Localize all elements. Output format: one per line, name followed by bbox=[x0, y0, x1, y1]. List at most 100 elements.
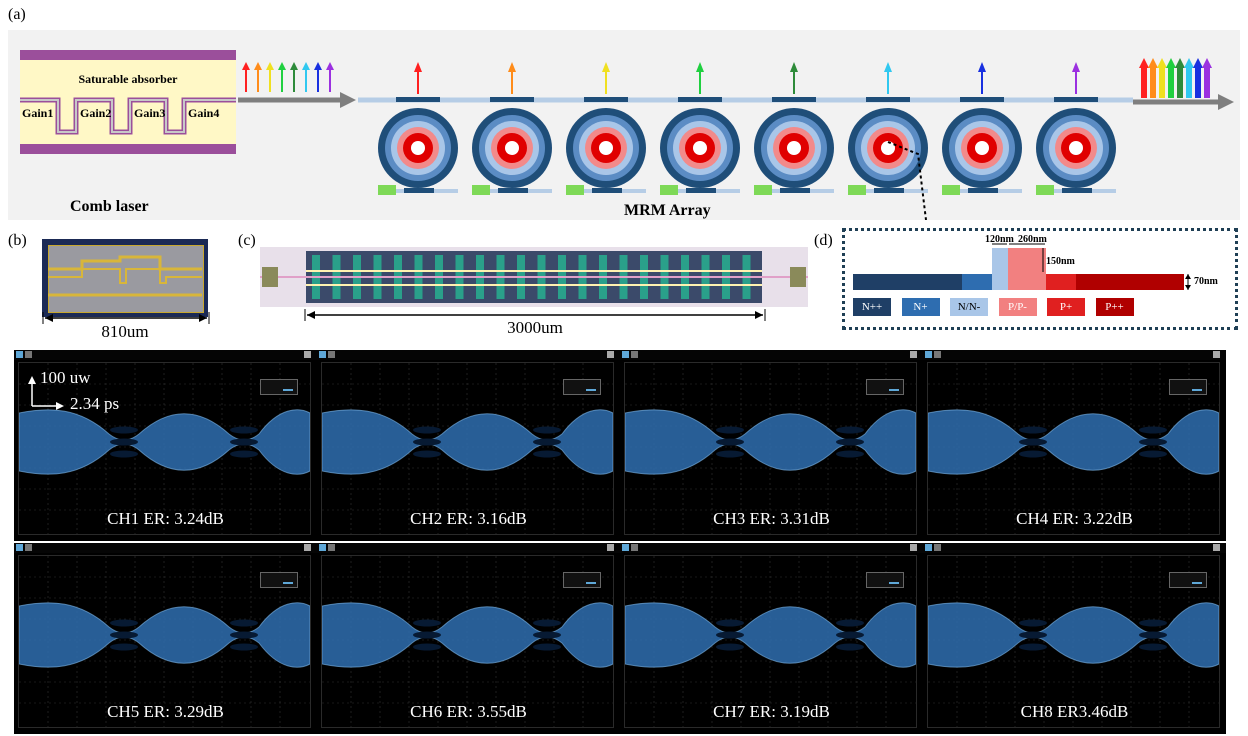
scale-time-label: 2.34 ps bbox=[70, 394, 120, 413]
mrm-coupler-bottom bbox=[968, 188, 998, 193]
eye-diagram-ch4: CH4 ER: 3.22dB bbox=[923, 350, 1226, 541]
mrm-coupler-top bbox=[490, 97, 534, 102]
system-schematic: Saturable absorber Gain1 Gain2 Gain3 Gai… bbox=[8, 30, 1240, 220]
output-comb-bar bbox=[1177, 66, 1183, 98]
scope-toolbar-icon[interactable] bbox=[328, 544, 335, 551]
eye-diagram-ch3: CH3 ER: 3.31dB bbox=[620, 350, 923, 541]
eye-opening bbox=[533, 450, 561, 458]
mrm-heater-pad bbox=[472, 185, 490, 195]
eye-opening bbox=[110, 438, 138, 446]
scope-toolbar-icon[interactable] bbox=[631, 351, 638, 358]
eye-opening bbox=[413, 631, 441, 639]
mrm-channel-arrowhead bbox=[790, 62, 798, 72]
mrm-photo-pads bbox=[260, 255, 808, 299]
input-comb-arrowhead bbox=[266, 62, 274, 70]
output-comb-arrowhead bbox=[1184, 58, 1194, 68]
mrm-heater-pad bbox=[566, 185, 584, 195]
scope-toolbar-icon[interactable] bbox=[925, 544, 932, 551]
eye-opening bbox=[413, 438, 441, 446]
mrm-coupler-bottom bbox=[780, 188, 810, 193]
mrm-coupler-bottom bbox=[686, 188, 716, 193]
doping-legend-0: N++ bbox=[853, 298, 891, 316]
mrm-heater-pad bbox=[378, 185, 396, 195]
output-comb-lines bbox=[1139, 58, 1212, 98]
scope-toolbar-icon[interactable] bbox=[25, 351, 32, 358]
scope-menu-icon[interactable] bbox=[304, 544, 311, 551]
output-comb-arrowhead bbox=[1148, 58, 1158, 68]
doping-dimension-arrows bbox=[992, 243, 1191, 290]
scope-menu-icon[interactable] bbox=[607, 544, 614, 551]
eye-opening bbox=[1139, 426, 1167, 434]
scope-toolbar-icon[interactable] bbox=[319, 544, 326, 551]
scale-label-c: 3000um bbox=[507, 318, 563, 337]
eye-band bbox=[322, 409, 613, 475]
panel-label-d: (d) bbox=[814, 232, 833, 249]
scale-power-label: 100 uw bbox=[40, 368, 91, 387]
er-label: CH7 ER: 3.19dB bbox=[713, 702, 830, 721]
scope-toolbar bbox=[620, 350, 923, 360]
mrm-ring-layer bbox=[599, 141, 613, 155]
scope-toolbar-icon[interactable] bbox=[934, 351, 941, 358]
eye-opening bbox=[110, 619, 138, 627]
doping-legend-3: P/P- bbox=[998, 298, 1037, 316]
eye-opening bbox=[1019, 643, 1047, 651]
scope-menu-icon[interactable] bbox=[910, 544, 917, 551]
mrm-ring-layer bbox=[975, 141, 989, 155]
mrm-ring-layer bbox=[693, 141, 707, 155]
scope-toolbar-icon[interactable] bbox=[622, 351, 629, 358]
output-comb-arrowhead bbox=[1193, 58, 1203, 68]
mrm-array-photo bbox=[260, 247, 808, 307]
er-label: CH8 ER3.46dB bbox=[1020, 702, 1129, 721]
mrm-coupler-top bbox=[678, 97, 722, 102]
panel-label-c: (c) bbox=[238, 232, 256, 249]
scope-toolbar-icon[interactable] bbox=[622, 544, 629, 551]
eye-opening bbox=[230, 426, 258, 434]
eye-opening bbox=[230, 450, 258, 458]
mrm-channel-arrowhead bbox=[414, 62, 422, 72]
scope-legend bbox=[866, 572, 904, 588]
output-comb-bar bbox=[1204, 66, 1210, 98]
eye-diagram-ch5: CH5 ER: 3.29dB bbox=[14, 543, 317, 734]
scope-toolbar-icon[interactable] bbox=[925, 351, 932, 358]
scope-menu-icon[interactable] bbox=[304, 351, 311, 358]
eye-band bbox=[19, 409, 310, 475]
scope-menu-icon[interactable] bbox=[1213, 351, 1220, 358]
output-comb-bar bbox=[1141, 66, 1147, 98]
mrm-coupler-top bbox=[396, 97, 440, 102]
scope-menu-icon[interactable] bbox=[1213, 544, 1220, 551]
eye-band bbox=[19, 602, 310, 668]
mrm-coupler-bottom bbox=[592, 188, 622, 193]
scope-toolbar-icon[interactable] bbox=[328, 351, 335, 358]
er-label: CH5 ER: 3.29dB bbox=[107, 702, 224, 721]
scope-toolbar bbox=[317, 350, 620, 360]
scope-toolbar bbox=[923, 543, 1226, 553]
eye-opening bbox=[110, 450, 138, 458]
mrm-coupler-top bbox=[1054, 97, 1098, 102]
mrm-ring-layer bbox=[881, 141, 895, 155]
eye-band bbox=[928, 602, 1219, 668]
eye-opening bbox=[1139, 438, 1167, 446]
eye-opening bbox=[533, 643, 561, 651]
scope-menu-icon[interactable] bbox=[607, 351, 614, 358]
mrm-channel-arrowhead bbox=[1072, 62, 1080, 72]
scope-toolbar-icon[interactable] bbox=[25, 544, 32, 551]
output-comb-bar bbox=[1168, 66, 1174, 98]
eye-opening bbox=[1019, 438, 1047, 446]
eye-opening bbox=[110, 631, 138, 639]
scope-menu-icon[interactable] bbox=[910, 351, 917, 358]
eye-opening bbox=[716, 450, 744, 458]
scope-toolbar-icon[interactable] bbox=[934, 544, 941, 551]
eye-opening bbox=[1019, 619, 1047, 627]
scope-toolbar-icon[interactable] bbox=[16, 351, 23, 358]
eye-opening bbox=[230, 631, 258, 639]
eye-diagram-ch8: CH8 ER3.46dB bbox=[923, 543, 1226, 734]
panel-label-b: (b) bbox=[8, 232, 27, 249]
output-comb-bar bbox=[1186, 66, 1192, 98]
scope-toolbar-icon[interactable] bbox=[16, 544, 23, 551]
mrm-coupler-top bbox=[772, 97, 816, 102]
input-comb-arrowhead bbox=[278, 62, 286, 70]
scope-toolbar-icon[interactable] bbox=[631, 544, 638, 551]
mrm-heater-pad bbox=[848, 185, 866, 195]
eye-band bbox=[928, 409, 1219, 475]
scope-toolbar-icon[interactable] bbox=[319, 351, 326, 358]
